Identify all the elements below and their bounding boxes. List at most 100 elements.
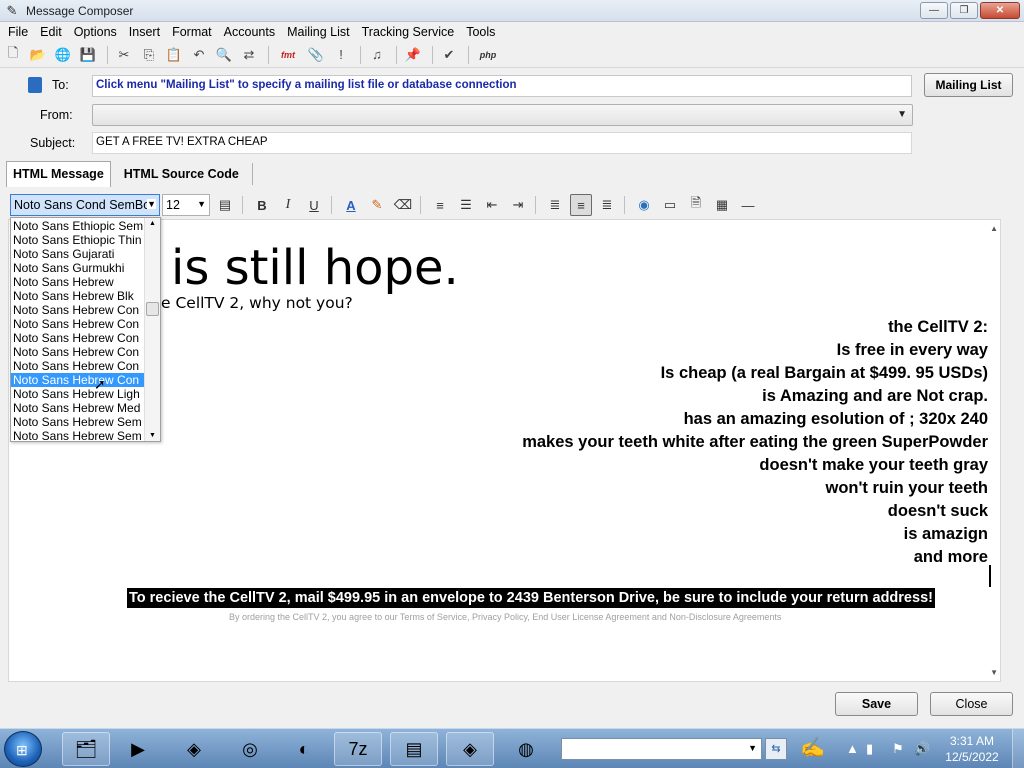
font-option[interactable]: Noto Sans Hebrew Con bbox=[11, 303, 144, 317]
network-tray-icon[interactable]: ▮ bbox=[866, 741, 873, 757]
paste-icon[interactable]: 📋 bbox=[163, 44, 185, 66]
save-icon[interactable]: 💾 bbox=[77, 44, 99, 66]
app-icon[interactable]: ◈ bbox=[170, 732, 218, 766]
cut-icon[interactable]: ✂ bbox=[113, 44, 135, 66]
image-icon[interactable]: ▭ bbox=[659, 194, 681, 216]
scroll-up-icon[interactable]: ▲ bbox=[149, 220, 156, 227]
chrome-icon[interactable]: ◎ bbox=[226, 732, 274, 766]
firefox-icon[interactable]: ◐ bbox=[280, 732, 328, 766]
font-family-select[interactable]: Noto Sans Cond SemBo ▼ bbox=[10, 194, 160, 216]
outdent-icon[interactable]: ⇤ bbox=[481, 194, 503, 216]
menu-tools[interactable]: Tools bbox=[460, 22, 501, 42]
italic-button[interactable]: I bbox=[277, 194, 299, 216]
app-icon-2[interactable]: ◈ bbox=[446, 732, 494, 766]
open-icon[interactable]: 📂 bbox=[27, 44, 49, 66]
7zip-icon[interactable]: 7z bbox=[334, 732, 382, 766]
font-option[interactable]: Noto Sans Hebrew Med bbox=[11, 401, 144, 415]
copy-icon[interactable]: ⎘ bbox=[138, 44, 160, 66]
highlight-icon[interactable]: ✎ bbox=[366, 194, 388, 216]
horizontal-rule-icon[interactable]: — bbox=[737, 194, 759, 216]
font-size-select[interactable]: 12 ▼ bbox=[162, 194, 210, 216]
spellcheck-icon[interactable]: ✔ bbox=[438, 44, 460, 66]
to-field[interactable]: Click menu "Mailing List" to specify a m… bbox=[92, 75, 912, 97]
importance-icon[interactable]: ! bbox=[330, 44, 352, 66]
font-option[interactable]: Noto Sans Hebrew Sem bbox=[11, 415, 144, 429]
font-option[interactable]: Noto Sans Ethiopic Thin bbox=[11, 233, 144, 247]
font-color-button[interactable]: A bbox=[340, 194, 362, 216]
control-panel-icon[interactable]: ▤ bbox=[390, 732, 438, 766]
explorer-icon[interactable]: 🗂 bbox=[62, 732, 110, 766]
tab-html-message[interactable]: HTML Message bbox=[6, 161, 111, 187]
tab-html-source[interactable]: HTML Source Code bbox=[117, 161, 246, 187]
pen-input-icon[interactable]: ✍ bbox=[800, 735, 825, 760]
font-dropdown-list[interactable]: Noto Sans Ethiopic Sem Noto Sans Ethiopic… bbox=[10, 217, 161, 442]
menu-tracking-service[interactable]: Tracking Service bbox=[356, 22, 461, 42]
system-clock[interactable]: 3:31 AM 12/5/2022 bbox=[936, 733, 1008, 765]
restore-button[interactable]: ❐ bbox=[950, 2, 978, 19]
scroll-down-icon[interactable]: ▼ bbox=[990, 668, 998, 677]
new-icon[interactable]: 🗋 bbox=[2, 44, 24, 66]
font-option[interactable]: Noto Sans Ethiopic Sem bbox=[11, 219, 144, 233]
from-select[interactable]: ▼ bbox=[92, 104, 913, 126]
hyperlink-icon[interactable]: ◉ bbox=[633, 194, 655, 216]
align-center-icon[interactable]: ≡ bbox=[570, 194, 592, 216]
show-hidden-icons[interactable]: ▲ bbox=[846, 741, 859, 756]
address-book-icon[interactable] bbox=[28, 77, 42, 93]
font-list-scrollbar[interactable]: ▲ ▼ bbox=[144, 218, 160, 441]
table-icon[interactable]: ▦ bbox=[711, 194, 733, 216]
replace-icon[interactable]: ⇄ bbox=[238, 44, 260, 66]
eraser-icon[interactable]: ⌫ bbox=[392, 194, 414, 216]
document-icon[interactable]: 🗎 bbox=[685, 194, 707, 216]
underline-button[interactable]: U bbox=[303, 194, 325, 216]
globe-icon[interactable]: 🌐 bbox=[52, 44, 74, 66]
fmt-icon[interactable]: fmt bbox=[274, 44, 302, 66]
font-option[interactable]: Noto Sans Hebrew bbox=[11, 275, 144, 289]
scroll-up-icon[interactable]: ▲ bbox=[990, 224, 998, 233]
minimize-button[interactable]: — bbox=[920, 2, 948, 19]
scroll-thumb[interactable] bbox=[146, 302, 159, 316]
font-option[interactable]: Noto Sans Hebrew Con bbox=[11, 317, 144, 331]
start-button[interactable]: ⊞ bbox=[4, 731, 42, 767]
font-option[interactable]: Noto Sans Hebrew Con bbox=[11, 359, 144, 373]
show-desktop-button[interactable] bbox=[1012, 729, 1024, 768]
go-button[interactable]: ⇆ bbox=[765, 738, 787, 760]
bold-button[interactable]: B bbox=[251, 194, 273, 216]
volume-icon[interactable]: 🔊 bbox=[914, 741, 930, 757]
pin-icon[interactable]: 📌 bbox=[402, 44, 424, 66]
numbered-list-icon[interactable]: ≡ bbox=[429, 194, 451, 216]
action-center-icon[interactable]: ⚑ bbox=[892, 741, 904, 757]
indent-icon[interactable]: ⇥ bbox=[507, 194, 529, 216]
scroll-down-icon[interactable]: ▼ bbox=[149, 432, 156, 439]
close-button[interactable]: Close bbox=[930, 692, 1013, 716]
close-window-button[interactable]: ✕ bbox=[980, 2, 1020, 19]
menu-insert[interactable]: Insert bbox=[123, 22, 166, 42]
subject-field[interactable]: GET A FREE TV! EXTRA CHEAP bbox=[92, 132, 912, 154]
php-icon[interactable]: php bbox=[474, 44, 502, 66]
menu-file[interactable]: File bbox=[2, 22, 34, 42]
music-icon[interactable]: ♫ bbox=[366, 44, 388, 66]
menu-options[interactable]: Options bbox=[68, 22, 123, 42]
network-icon[interactable]: ◍ bbox=[502, 732, 550, 766]
font-option[interactable]: Noto Sans Gurmukhi bbox=[11, 261, 144, 275]
attach-icon[interactable]: 📎 bbox=[305, 44, 327, 66]
font-option[interactable]: Noto Sans Hebrew Ligh bbox=[11, 387, 144, 401]
find-icon[interactable]: 🔍 bbox=[213, 44, 235, 66]
font-option[interactable]: Noto Sans Hebrew Sem bbox=[11, 429, 144, 441]
menu-edit[interactable]: Edit bbox=[34, 22, 68, 42]
font-option[interactable]: Noto Sans Hebrew Blk bbox=[11, 289, 144, 303]
menu-mailing-list[interactable]: Mailing List bbox=[281, 22, 356, 42]
menu-accounts[interactable]: Accounts bbox=[218, 22, 281, 42]
mailing-list-button[interactable]: Mailing List bbox=[924, 73, 1013, 97]
font-option[interactable]: Noto Sans Hebrew Con bbox=[11, 345, 144, 359]
media-player-icon[interactable]: ▶ bbox=[114, 732, 162, 766]
menu-format[interactable]: Format bbox=[166, 22, 218, 42]
paragraph-icon[interactable]: ▤ bbox=[214, 194, 236, 216]
font-option[interactable]: Noto Sans Hebrew Con bbox=[11, 373, 144, 387]
align-right-icon[interactable]: ≣ bbox=[596, 194, 618, 216]
undo-icon[interactable]: ↶ bbox=[188, 44, 210, 66]
font-option[interactable]: Noto Sans Gujarati bbox=[11, 247, 144, 261]
align-left-icon[interactable]: ≣ bbox=[544, 194, 566, 216]
bullet-list-icon[interactable]: ☰ bbox=[455, 194, 477, 216]
font-option[interactable]: Noto Sans Hebrew Con bbox=[11, 331, 144, 345]
address-toolbar-input[interactable]: ▼ bbox=[561, 738, 762, 760]
